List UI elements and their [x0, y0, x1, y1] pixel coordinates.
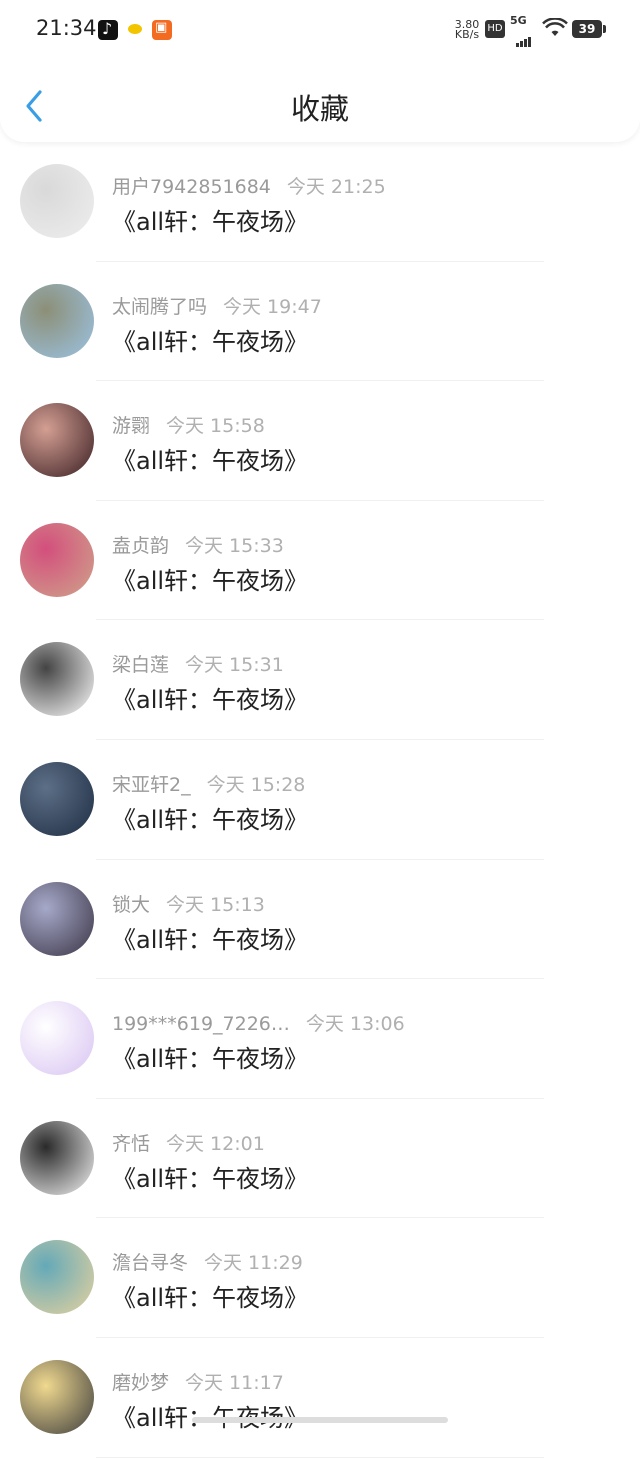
list-item[interactable]: 199***619_7226… 今天 13:06 《all轩：午夜场》 — [0, 979, 640, 1099]
timestamp: 今天 21:25 — [286, 176, 386, 198]
list-item[interactable]: 太闹腾了吗 今天 19:47 《all轩：午夜场》 — [0, 262, 640, 382]
timestamp: 今天 12:01 — [166, 1132, 265, 1155]
list-item[interactable]: 盍贞韵 今天 15:33 《all轩：午夜场》 — [0, 501, 640, 621]
timestamp: 今天 19:47 — [223, 295, 322, 318]
item-meta: 199***619_7226… 今天 13:06 — [112, 1009, 405, 1036]
top-bar: 21:34 3.80 KB/s HD 5G 39 收藏 — [0, 0, 640, 142]
username[interactable]: 199***619_7226… — [112, 1013, 290, 1035]
list-item[interactable]: 宋亚轩2_ 今天 15:28 《all轩：午夜场》 — [0, 740, 640, 860]
item-meta: 梁白莲 今天 15:31 — [112, 650, 284, 677]
tiktok-icon — [98, 19, 118, 40]
page-title: 收藏 — [290, 92, 349, 126]
list-item[interactable]: 梁白莲 今天 15:31 《all轩：午夜场》 — [0, 620, 640, 740]
timestamp: 今天 15:31 — [185, 654, 284, 677]
item-meta: 太闹腾了吗 今天 19:47 — [112, 292, 322, 319]
item-meta: 锁大 今天 15:13 — [112, 890, 265, 917]
username[interactable]: 锁大 — [112, 894, 150, 916]
hd-icon: HD — [485, 20, 505, 38]
favorite-title[interactable]: 《all轩：午夜场》 — [112, 920, 308, 955]
favorite-title[interactable]: 《all轩：午夜场》 — [112, 561, 308, 596]
avatar[interactable] — [20, 1120, 94, 1195]
favorite-title[interactable]: 《all轩：午夜场》 — [112, 800, 308, 835]
timestamp: 今天 15:58 — [166, 415, 265, 438]
status-bar: 21:34 3.80 KB/s HD 5G 39 — [0, 0, 640, 60]
favorite-title[interactable]: 《all轩：午夜场》 — [112, 1039, 308, 1074]
timestamp: 今天 15:33 — [185, 534, 284, 557]
username[interactable]: 宋亚轩2_ — [112, 774, 191, 796]
favorite-title[interactable]: 《all轩：午夜场》 — [112, 1159, 308, 1194]
timestamp: 今天 11:17 — [185, 1371, 284, 1394]
list-item[interactable]: 用户7942851684 今天 21:25 《all轩：午夜场》 — [0, 142, 640, 262]
list-item[interactable]: 游翾 今天 15:58 《all轩：午夜场》 — [0, 381, 640, 501]
list-item[interactable]: 磨妙梦今天 11:17 《all轩：午夜场》 — [0, 1338, 640, 1458]
network-speed: 3.80 KB/s — [454, 18, 480, 41]
username[interactable]: 太闹腾了吗 — [112, 296, 207, 318]
item-meta: 用户7942851684 今天 21:25 — [112, 172, 386, 199]
list-item[interactable]: 澹台寻冬 今天 11:29 《all轩：午夜场》 — [0, 1218, 640, 1338]
favorites-list: 用户7942851684 今天 21:25 《all轩：午夜场》 太闹腾了吗 今天 19… — [0, 142, 640, 1458]
chat-bubble-icon — [126, 20, 146, 40]
avatar[interactable] — [20, 403, 94, 478]
list-item[interactable]: 锁大 今天 15:13 《all轩：午夜场》 — [0, 860, 640, 980]
avatar[interactable] — [20, 283, 94, 358]
timestamp: 今天 13:06 — [305, 1013, 405, 1036]
timestamp: 今天 11:29 — [204, 1252, 303, 1275]
timestamp: 今天 15:13 — [166, 893, 265, 916]
username[interactable]: 用户7942851684 — [112, 176, 271, 198]
item-meta: 齐恬 今天 12:01 — [112, 1129, 265, 1156]
favorite-title[interactable]: 《all轩：午夜场》 — [112, 202, 308, 237]
item-meta: 宋亚轩2_ 今天 15:28 — [112, 770, 305, 797]
avatar[interactable] — [20, 1001, 94, 1076]
username[interactable]: 盍贞韵 — [112, 535, 169, 557]
username[interactable]: 梁白莲 — [112, 654, 169, 676]
avatar[interactable] — [20, 522, 94, 597]
username[interactable]: 齐恬 — [112, 1133, 150, 1155]
avatar[interactable] — [20, 1359, 94, 1434]
username[interactable]: 澹台寻冬 — [112, 1252, 188, 1274]
item-meta: 澹台寻冬 今天 11:29 — [112, 1248, 303, 1275]
favorite-title[interactable]: 《all轩：午夜场》 — [112, 1278, 308, 1313]
avatar[interactable] — [20, 1240, 94, 1315]
avatar[interactable] — [20, 881, 94, 956]
signal-icon: 5G — [510, 14, 538, 47]
item-meta: 游翾 今天 15:58 — [112, 411, 265, 438]
favorite-title[interactable]: 《all轩：午夜场》 — [112, 441, 308, 476]
battery-icon: 39 — [572, 20, 606, 38]
favorite-title[interactable]: 《all轩：午夜场》 — [112, 322, 308, 357]
item-meta: 磨妙梦 今天 11:17 — [112, 1368, 284, 1395]
username[interactable]: 磨妙梦 — [112, 1372, 169, 1394]
home-indicator[interactable] — [192, 1417, 448, 1423]
item-meta: 盍贞韵 今天 15:33 — [112, 531, 284, 558]
timestamp: 今天 15:28 — [206, 773, 306, 796]
list-item[interactable]: 齐恬 今天 12:01 《all轩：午夜场》 — [0, 1099, 640, 1219]
avatar[interactable] — [20, 761, 94, 836]
app-notification-icon — [152, 20, 172, 40]
divider — [96, 1456, 544, 1458]
username[interactable]: 游翾 — [112, 415, 150, 437]
favorite-title[interactable]: 《all轩：午夜场》 — [112, 680, 308, 715]
favorite-title[interactable]: 《all轩：午夜场》 — [112, 1398, 308, 1433]
status-time: 21:34 — [36, 16, 97, 40]
wifi-icon — [542, 18, 568, 36]
avatar[interactable] — [20, 164, 94, 238]
avatar[interactable] — [20, 642, 94, 717]
